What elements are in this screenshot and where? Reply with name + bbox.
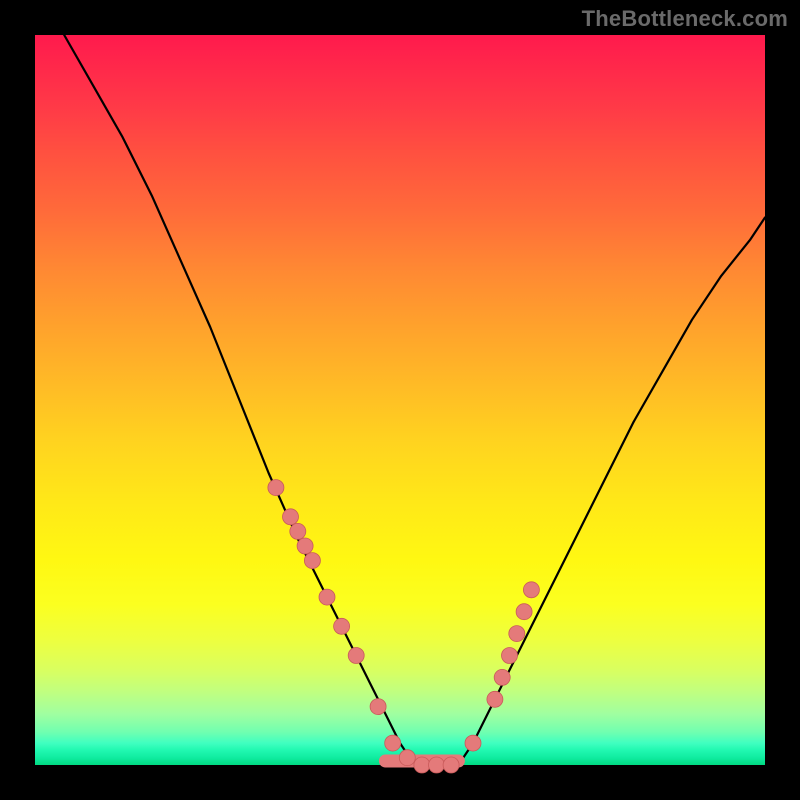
marker-dot: [399, 750, 415, 766]
watermark-text: TheBottleneck.com: [582, 6, 788, 32]
chart-svg: [35, 35, 765, 765]
marker-dot: [370, 699, 386, 715]
marker-dot: [304, 553, 320, 569]
marker-dot: [487, 691, 503, 707]
marker-dot: [502, 648, 518, 664]
marker-dot: [465, 735, 481, 751]
marker-dot: [334, 618, 350, 634]
marker-dot: [443, 757, 459, 773]
marker-dot: [414, 757, 430, 773]
marker-dot: [290, 523, 306, 539]
marker-dot: [494, 669, 510, 685]
marker-dot: [268, 480, 284, 496]
bottleneck-curve: [64, 35, 765, 765]
marker-dot: [523, 582, 539, 598]
plot-area: [35, 35, 765, 765]
marker-dot: [297, 538, 313, 554]
sample-markers: [268, 480, 540, 773]
chart-frame: TheBottleneck.com: [0, 0, 800, 800]
marker-dot: [516, 604, 532, 620]
marker-dot: [429, 757, 445, 773]
marker-dot: [283, 509, 299, 525]
marker-dot: [348, 648, 364, 664]
marker-dot: [385, 735, 401, 751]
marker-dot: [509, 626, 525, 642]
marker-dot: [319, 589, 335, 605]
